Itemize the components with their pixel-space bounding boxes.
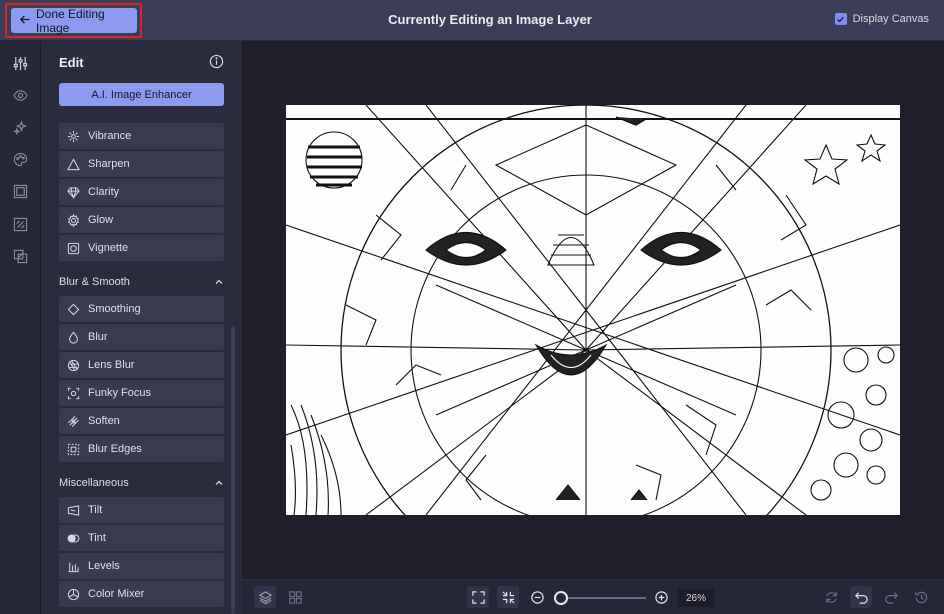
shrink-icon xyxy=(501,590,515,604)
bottom-toolbar: 26% xyxy=(242,579,944,614)
chevron-up-icon xyxy=(215,279,223,284)
menu-item-sharpen[interactable]: Sharpen xyxy=(59,151,224,177)
gear-glow-icon xyxy=(67,213,80,227)
section-miscellaneous[interactable]: Miscellaneous xyxy=(59,477,224,489)
menu-item-label: Tilt xyxy=(88,504,103,516)
checkbox-checked-icon[interactable] xyxy=(834,13,847,25)
menu-item-label: Soften xyxy=(88,415,120,427)
levels-icon xyxy=(68,562,79,572)
zoom-out-button[interactable] xyxy=(526,586,548,608)
grid-button[interactable] xyxy=(284,586,306,608)
menu-item-tilt[interactable]: Tilt xyxy=(59,497,224,523)
history-button[interactable] xyxy=(910,586,932,608)
menu-item-label: Sharpen xyxy=(88,158,130,170)
chevron-up-icon xyxy=(215,480,223,485)
edited-image-layer[interactable] xyxy=(286,105,900,515)
top-bar: Done Editing Image Currently Editing an … xyxy=(0,0,944,41)
section-blur-smooth[interactable]: Blur & Smooth xyxy=(59,276,224,288)
eye-icon[interactable] xyxy=(13,88,28,103)
menu-item-lens-blur[interactable]: Lens Blur xyxy=(59,352,224,378)
line-art-image xyxy=(286,105,900,515)
history-icon xyxy=(914,591,927,603)
reset-button[interactable] xyxy=(820,586,842,608)
expand-icon xyxy=(471,590,485,604)
menu-item-label: Lens Blur xyxy=(88,359,135,371)
menu-item-color-mixer[interactable]: Color Mixer xyxy=(59,581,224,607)
menu-item-label: Vibrance xyxy=(88,130,132,142)
droplet-icon xyxy=(69,331,78,344)
refresh-icon xyxy=(825,591,837,603)
menu-item-label: Smoothing xyxy=(88,303,141,315)
menu-item-label: Blur Edges xyxy=(88,443,142,455)
canvas-area xyxy=(242,41,944,579)
ai-enhancer-button[interactable]: A.I. Image Enhancer xyxy=(59,83,224,106)
menu-item-label: Funky Focus xyxy=(88,387,151,399)
display-canvas-label: Display Canvas xyxy=(852,13,929,25)
undo-icon xyxy=(854,591,868,604)
menu-item-blur[interactable]: Blur xyxy=(59,324,224,350)
info-icon[interactable] xyxy=(209,54,224,69)
menu-item-vignette[interactable]: Vignette xyxy=(59,235,224,261)
edit-panel: Edit A.I. Image Enhancer Vibrance Sharpe… xyxy=(41,41,242,614)
color-mixer-icon xyxy=(67,588,80,600)
panel-title: Edit xyxy=(59,55,84,70)
panel-scrollbar[interactable] xyxy=(231,326,235,614)
tint-icon xyxy=(67,533,80,543)
menu-item-levels[interactable]: Levels xyxy=(59,553,224,579)
layers-button[interactable] xyxy=(254,586,276,608)
menu-item-glow[interactable]: Glow xyxy=(59,207,224,233)
layers-icon xyxy=(258,590,272,604)
texture-icon[interactable] xyxy=(13,217,28,232)
actual-size-button[interactable] xyxy=(497,586,519,608)
rhombus-icon xyxy=(67,303,80,315)
menu-item-label: Levels xyxy=(88,560,120,572)
sliders-icon[interactable] xyxy=(13,56,28,71)
diamond-icon xyxy=(67,186,80,199)
tool-rail xyxy=(0,41,41,614)
zoom-value[interactable]: 26% xyxy=(678,589,714,607)
zoom-slider-track[interactable] xyxy=(560,597,646,599)
soften-icon xyxy=(68,415,79,427)
redo-button[interactable] xyxy=(880,586,902,608)
zoom-slider-thumb[interactable] xyxy=(554,591,568,605)
grid-icon xyxy=(288,590,302,604)
menu-item-label: Color Mixer xyxy=(88,588,145,600)
overlay-icon[interactable] xyxy=(13,249,28,264)
zoom-in-button[interactable] xyxy=(650,586,672,608)
menu-item-label: Blur xyxy=(88,331,108,343)
zoom-in-icon xyxy=(654,590,668,604)
menu-item-soften[interactable]: Soften xyxy=(59,408,224,434)
page-title: Currently Editing an Image Layer xyxy=(388,12,592,27)
vibrance-icon xyxy=(67,130,80,142)
aperture-icon xyxy=(67,359,80,371)
menu-item-label: Clarity xyxy=(88,186,120,198)
frame-icon[interactable] xyxy=(13,184,28,199)
menu-item-smoothing[interactable]: Smoothing xyxy=(59,296,224,322)
menu-item-funky-focus[interactable]: Funky Focus xyxy=(59,380,224,406)
undo-button[interactable] xyxy=(850,586,872,608)
section-title: Blur & Smooth xyxy=(59,276,130,288)
vignette-icon xyxy=(67,242,80,254)
triangle-icon xyxy=(67,157,80,170)
blur-edges-icon xyxy=(67,443,80,455)
section-title: Miscellaneous xyxy=(59,477,129,489)
zoom-out-icon xyxy=(530,590,544,604)
sparkles-icon[interactable] xyxy=(13,120,28,136)
menu-item-blur-edges[interactable]: Blur Edges xyxy=(59,436,224,462)
menu-item-clarity[interactable]: Clarity xyxy=(59,179,224,205)
fit-screen-button[interactable] xyxy=(467,586,489,608)
menu-item-label: Vignette xyxy=(88,242,129,254)
menu-item-label: Tint xyxy=(88,532,106,544)
focus-icon xyxy=(67,387,80,399)
display-canvas-toggle[interactable]: Display Canvas xyxy=(834,13,929,25)
menu-item-vibrance[interactable]: Vibrance xyxy=(59,123,224,149)
palette-icon[interactable] xyxy=(13,152,28,167)
menu-item-tint[interactable]: Tint xyxy=(59,525,224,551)
redo-icon xyxy=(884,591,898,604)
tilt-icon xyxy=(67,504,80,516)
menu-item-label: Glow xyxy=(88,214,114,226)
